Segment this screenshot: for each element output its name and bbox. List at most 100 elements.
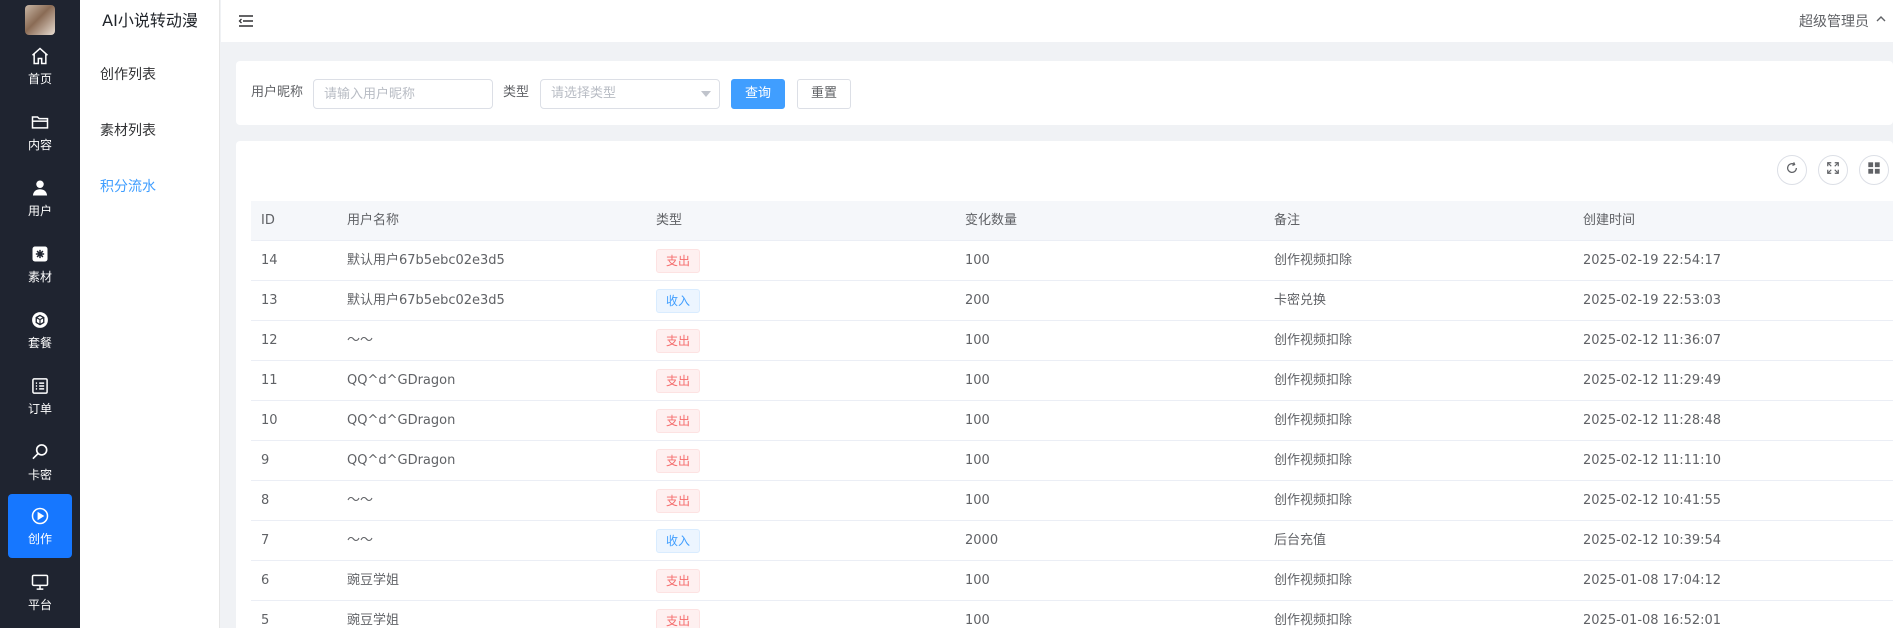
table-row: 9 QQ^d^GDragon 支出 100 创作视频扣除 2025-02-12 … (251, 441, 1893, 481)
search-key-icon (29, 441, 51, 463)
column-header-type: 类型 (656, 213, 683, 228)
cell-created-time: 2025-02-12 11:29:49 (1583, 373, 1722, 388)
cell-note: 后台充值 (1274, 533, 1327, 548)
column-header-note: 备注 (1274, 213, 1301, 228)
type-select[interactable]: 请选择类型 (540, 79, 720, 109)
rail-item-label: 内容 (27, 138, 52, 152)
rail-item-material[interactable]: 素材 (8, 232, 72, 296)
table-row: 5 豌豆学姐 支出 100 创作视频扣除 2025-01-08 16:52:01 (251, 601, 1893, 628)
cell-id: 13 (261, 293, 278, 308)
sub-menu-item-points-flow[interactable]: 积分流水 (100, 176, 156, 196)
cell-type: 支出 (656, 561, 701, 601)
cell-amount: 2000 (965, 533, 999, 548)
rail-item-card-key[interactable]: 卡密 (8, 430, 72, 494)
type-tag: 支出 (656, 408, 701, 433)
table-row: 10 QQ^d^GDragon 支出 100 创作视频扣除 2025-02-12… (251, 401, 1893, 441)
cell-username: 豌豆学姐 (347, 613, 400, 628)
cell-note: 创作视频扣除 (1274, 613, 1353, 628)
cell-created-time: 2025-02-12 10:41:55 (1583, 493, 1722, 508)
refresh-button[interactable] (1777, 155, 1807, 185)
rail-item-home[interactable]: 首页 (8, 34, 72, 98)
type-tag: 支出 (656, 568, 701, 593)
cell-type: 收入 (656, 281, 701, 321)
cell-created-time: 2025-02-12 11:11:10 (1583, 453, 1722, 468)
rail-item-user[interactable]: 用户 (8, 166, 72, 230)
search-form: 用户昵称 类型 请选择类型 查询 重置 (236, 61, 1893, 125)
rail-item-label: 平台 (27, 598, 52, 612)
type-tag: 支出 (656, 248, 701, 273)
column-header-username: 用户名称 (347, 213, 400, 228)
top-header: 超级管理员 (221, 0, 1893, 42)
cell-id: 6 (261, 573, 270, 588)
rail-item-create[interactable]: 创作 (8, 494, 72, 558)
type-tag: 支出 (656, 368, 701, 393)
cell-id: 8 (261, 493, 270, 508)
fullscreen-button[interactable] (1818, 155, 1848, 185)
reset-button[interactable]: 重置 (797, 79, 851, 109)
chevron-up-icon (1875, 13, 1887, 29)
cell-amount: 100 (965, 573, 990, 588)
cell-type: 支出 (656, 241, 701, 281)
rail-item-label: 套餐 (27, 336, 52, 350)
sub-menu-item-material-list[interactable]: 素材列表 (100, 120, 156, 140)
cell-username: 豌豆学姐 (347, 573, 400, 588)
type-tag: 支出 (656, 328, 701, 353)
cell-username: ～～ (347, 333, 374, 348)
cell-type: 支出 (656, 441, 701, 481)
rail-item-order[interactable]: 订单 (8, 364, 72, 428)
type-select-placeholder: 请选择类型 (551, 86, 617, 101)
cell-type: 支出 (656, 321, 701, 361)
column-header-id: ID (261, 213, 275, 228)
cell-note: 创作视频扣除 (1274, 373, 1353, 388)
cell-note: 创作视频扣除 (1274, 453, 1353, 468)
nickname-label: 用户昵称 (251, 85, 304, 100)
cell-note: 创作视频扣除 (1274, 333, 1353, 348)
caret-down-icon (701, 91, 711, 97)
type-tag: 支出 (656, 448, 701, 473)
cell-amount: 100 (965, 333, 990, 348)
sub-menu: AI小说转动漫 创作列表 素材列表 积分流水 (80, 0, 220, 628)
rail-item-package[interactable]: 套餐 (8, 298, 72, 362)
cell-id: 11 (261, 373, 278, 388)
cell-created-time: 2025-02-12 10:39:54 (1583, 533, 1722, 548)
column-header-amount: 变化数量 (965, 213, 1018, 228)
cell-note: 创作视频扣除 (1274, 413, 1353, 428)
cell-created-time: 2025-01-08 16:52:01 (1583, 613, 1722, 628)
cell-id: 10 (261, 413, 278, 428)
package-icon (29, 309, 51, 331)
cell-amount: 100 (965, 613, 990, 628)
user-name: 超级管理员 (1799, 14, 1869, 30)
table-row: 13 默认用户67b5ebc02e3d5 收入 200 卡密兑换 2025-02… (251, 281, 1893, 321)
main-nav-rail: 首页 内容 用户 素材 套餐 订单 卡密 创作 平台 (0, 0, 80, 628)
cell-created-time: 2025-02-19 22:53:03 (1583, 293, 1722, 308)
type-tag: 收入 (656, 288, 701, 313)
sub-menu-item-creation-list[interactable]: 创作列表 (100, 64, 156, 84)
rail-item-label: 素材 (27, 270, 52, 284)
order-list-icon (29, 375, 51, 397)
rail-item-content[interactable]: 内容 (8, 100, 72, 164)
cell-amount: 100 (965, 453, 990, 468)
nickname-input[interactable] (313, 79, 493, 109)
cell-note: 卡密兑换 (1274, 293, 1327, 308)
query-button[interactable]: 查询 (731, 79, 785, 109)
cell-id: 12 (261, 333, 278, 348)
cell-amount: 100 (965, 413, 990, 428)
column-header-created-time: 创建时间 (1583, 213, 1636, 228)
table-row: 11 QQ^d^GDragon 支出 100 创作视频扣除 2025-02-12… (251, 361, 1893, 401)
menu-toggle-icon[interactable] (238, 13, 254, 29)
cell-id: 7 (261, 533, 270, 548)
rail-item-label: 创作 (27, 532, 52, 546)
avatar[interactable] (25, 5, 55, 35)
type-tag: 支出 (656, 488, 701, 513)
user-menu[interactable]: 超级管理员 (1799, 0, 1887, 42)
cell-note: 创作视频扣除 (1274, 253, 1353, 268)
cell-type: 收入 (656, 521, 701, 561)
material-icon (29, 243, 51, 265)
cell-username: ～～ (347, 533, 374, 548)
rail-item-platform[interactable]: 平台 (8, 560, 72, 624)
cell-note: 创作视频扣除 (1274, 493, 1353, 508)
cell-created-time: 2025-02-12 11:28:48 (1583, 413, 1722, 428)
home-icon (29, 45, 51, 67)
cell-username: QQ^d^GDragon (347, 373, 456, 388)
columns-button[interactable] (1859, 155, 1889, 185)
